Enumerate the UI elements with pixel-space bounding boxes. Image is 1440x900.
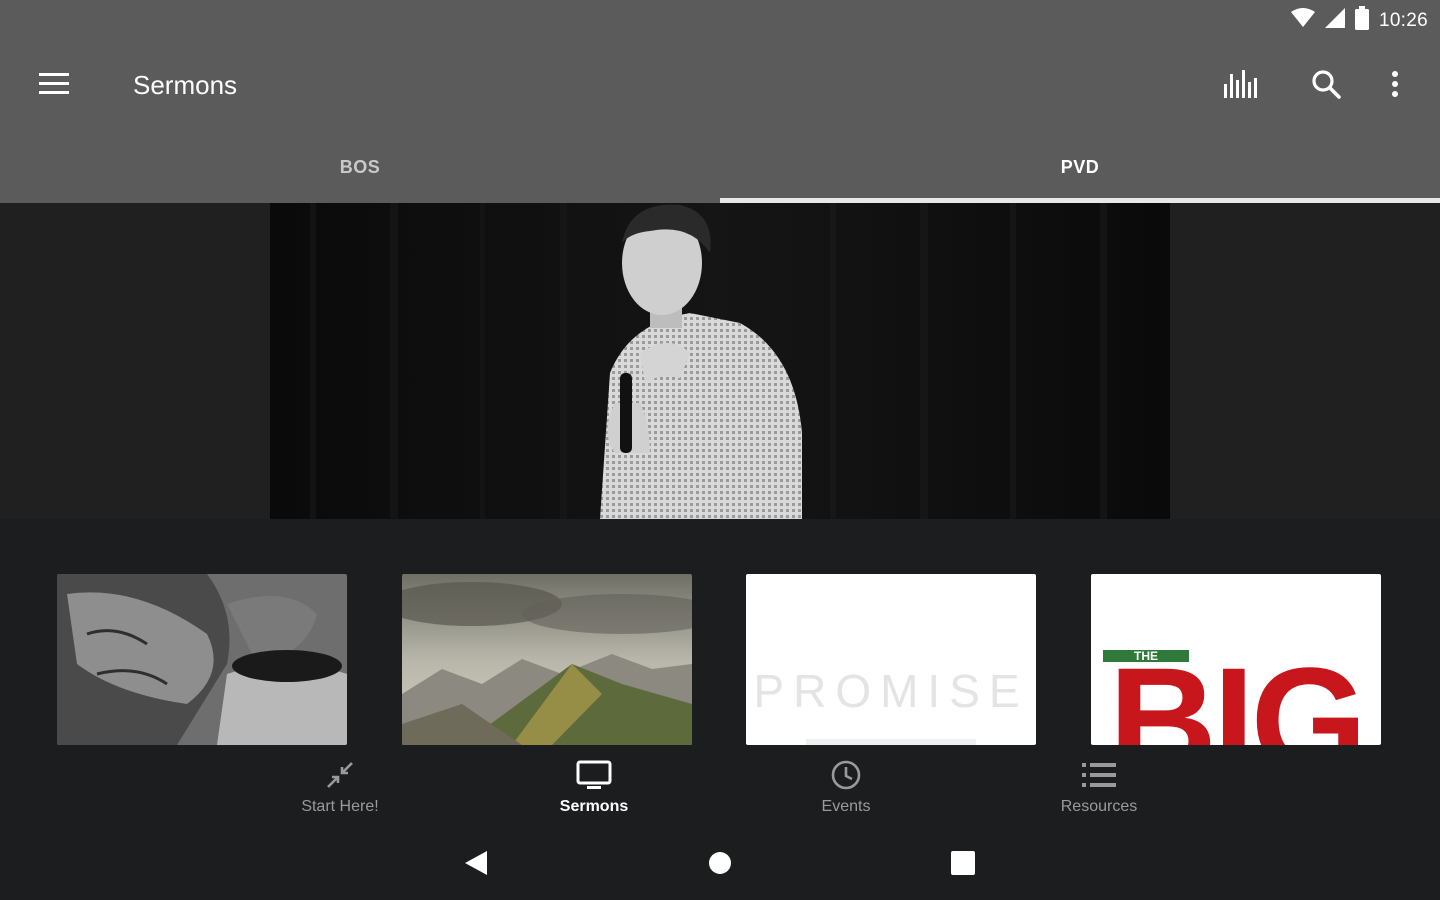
- signal-icon: [1324, 8, 1345, 33]
- menu-button[interactable]: [30, 66, 78, 106]
- search-icon: [1311, 69, 1341, 104]
- hero-banner: [0, 203, 1440, 519]
- tab-label: BOS: [339, 157, 381, 177]
- more-options-button[interactable]: [1371, 62, 1419, 110]
- toolbar: Sermons: [0, 40, 1440, 132]
- recents-icon: [950, 850, 976, 881]
- series-card[interactable]: [57, 574, 347, 745]
- stats-icon: [1223, 69, 1261, 103]
- tab-label: PVD: [1060, 157, 1100, 177]
- app-header: 10:26 Sermons BOS PVD: [0, 0, 1440, 203]
- speaker-photo: [270, 203, 1170, 519]
- nav-resources[interactable]: Resources: [1019, 758, 1179, 816]
- bottom-navigation: Start Here! Sermons Events Resources: [0, 750, 1440, 830]
- location-tabs: BOS PVD: [0, 132, 1440, 203]
- stats-button[interactable]: [1218, 62, 1266, 110]
- pottery-hands-photo: [57, 574, 347, 745]
- promise-series-art: PROMISE: [746, 574, 1036, 745]
- tab-pvd[interactable]: PVD: [720, 132, 1440, 203]
- status-time: 10:26: [1378, 9, 1428, 31]
- wifi-icon: [1290, 8, 1315, 33]
- system-navigation-bar: [0, 830, 1440, 900]
- big-text: BIG: [1109, 636, 1364, 745]
- recents-button[interactable]: [943, 848, 983, 882]
- the-big-series-art: THE BIG: [1091, 574, 1381, 745]
- nav-label: Resources: [1060, 798, 1138, 815]
- nav-label: Sermons: [559, 798, 629, 815]
- menu-icon: [39, 72, 69, 100]
- more-vert-icon: [1391, 70, 1399, 103]
- nav-label: Events: [821, 798, 871, 815]
- hero-image[interactable]: [270, 203, 1170, 519]
- series-card[interactable]: PROMISE: [746, 574, 1036, 745]
- status-icons: 10:26: [1290, 6, 1428, 35]
- series-card[interactable]: THE BIG: [1091, 574, 1381, 745]
- app-root: 10:26 Sermons BOS PVD PROMISE THE BIG St…: [0, 0, 1440, 900]
- promise-text: PROMISE: [753, 665, 1028, 717]
- battery-icon: [1354, 6, 1369, 35]
- nav-sermons[interactable]: Sermons: [514, 758, 674, 816]
- home-button[interactable]: [700, 848, 740, 882]
- collapse-arrows-icon: [325, 758, 355, 792]
- back-icon: [463, 849, 489, 882]
- back-button[interactable]: [456, 848, 496, 882]
- series-card[interactable]: [402, 574, 692, 745]
- clock-icon: [830, 758, 862, 792]
- list-icon: [1082, 758, 1116, 792]
- nav-label: Start Here!: [301, 798, 379, 815]
- tv-icon: [576, 758, 612, 792]
- sermon-series-list: PROMISE THE BIG: [0, 574, 1440, 745]
- search-button[interactable]: [1302, 62, 1350, 110]
- mountain-landscape-photo: [402, 574, 692, 745]
- tab-bos[interactable]: BOS: [0, 132, 720, 203]
- page-title: Sermons: [133, 70, 238, 100]
- nav-events[interactable]: Events: [766, 758, 926, 816]
- home-icon: [707, 850, 733, 881]
- nav-start-here[interactable]: Start Here!: [260, 758, 420, 816]
- status-bar: 10:26: [0, 0, 1440, 40]
